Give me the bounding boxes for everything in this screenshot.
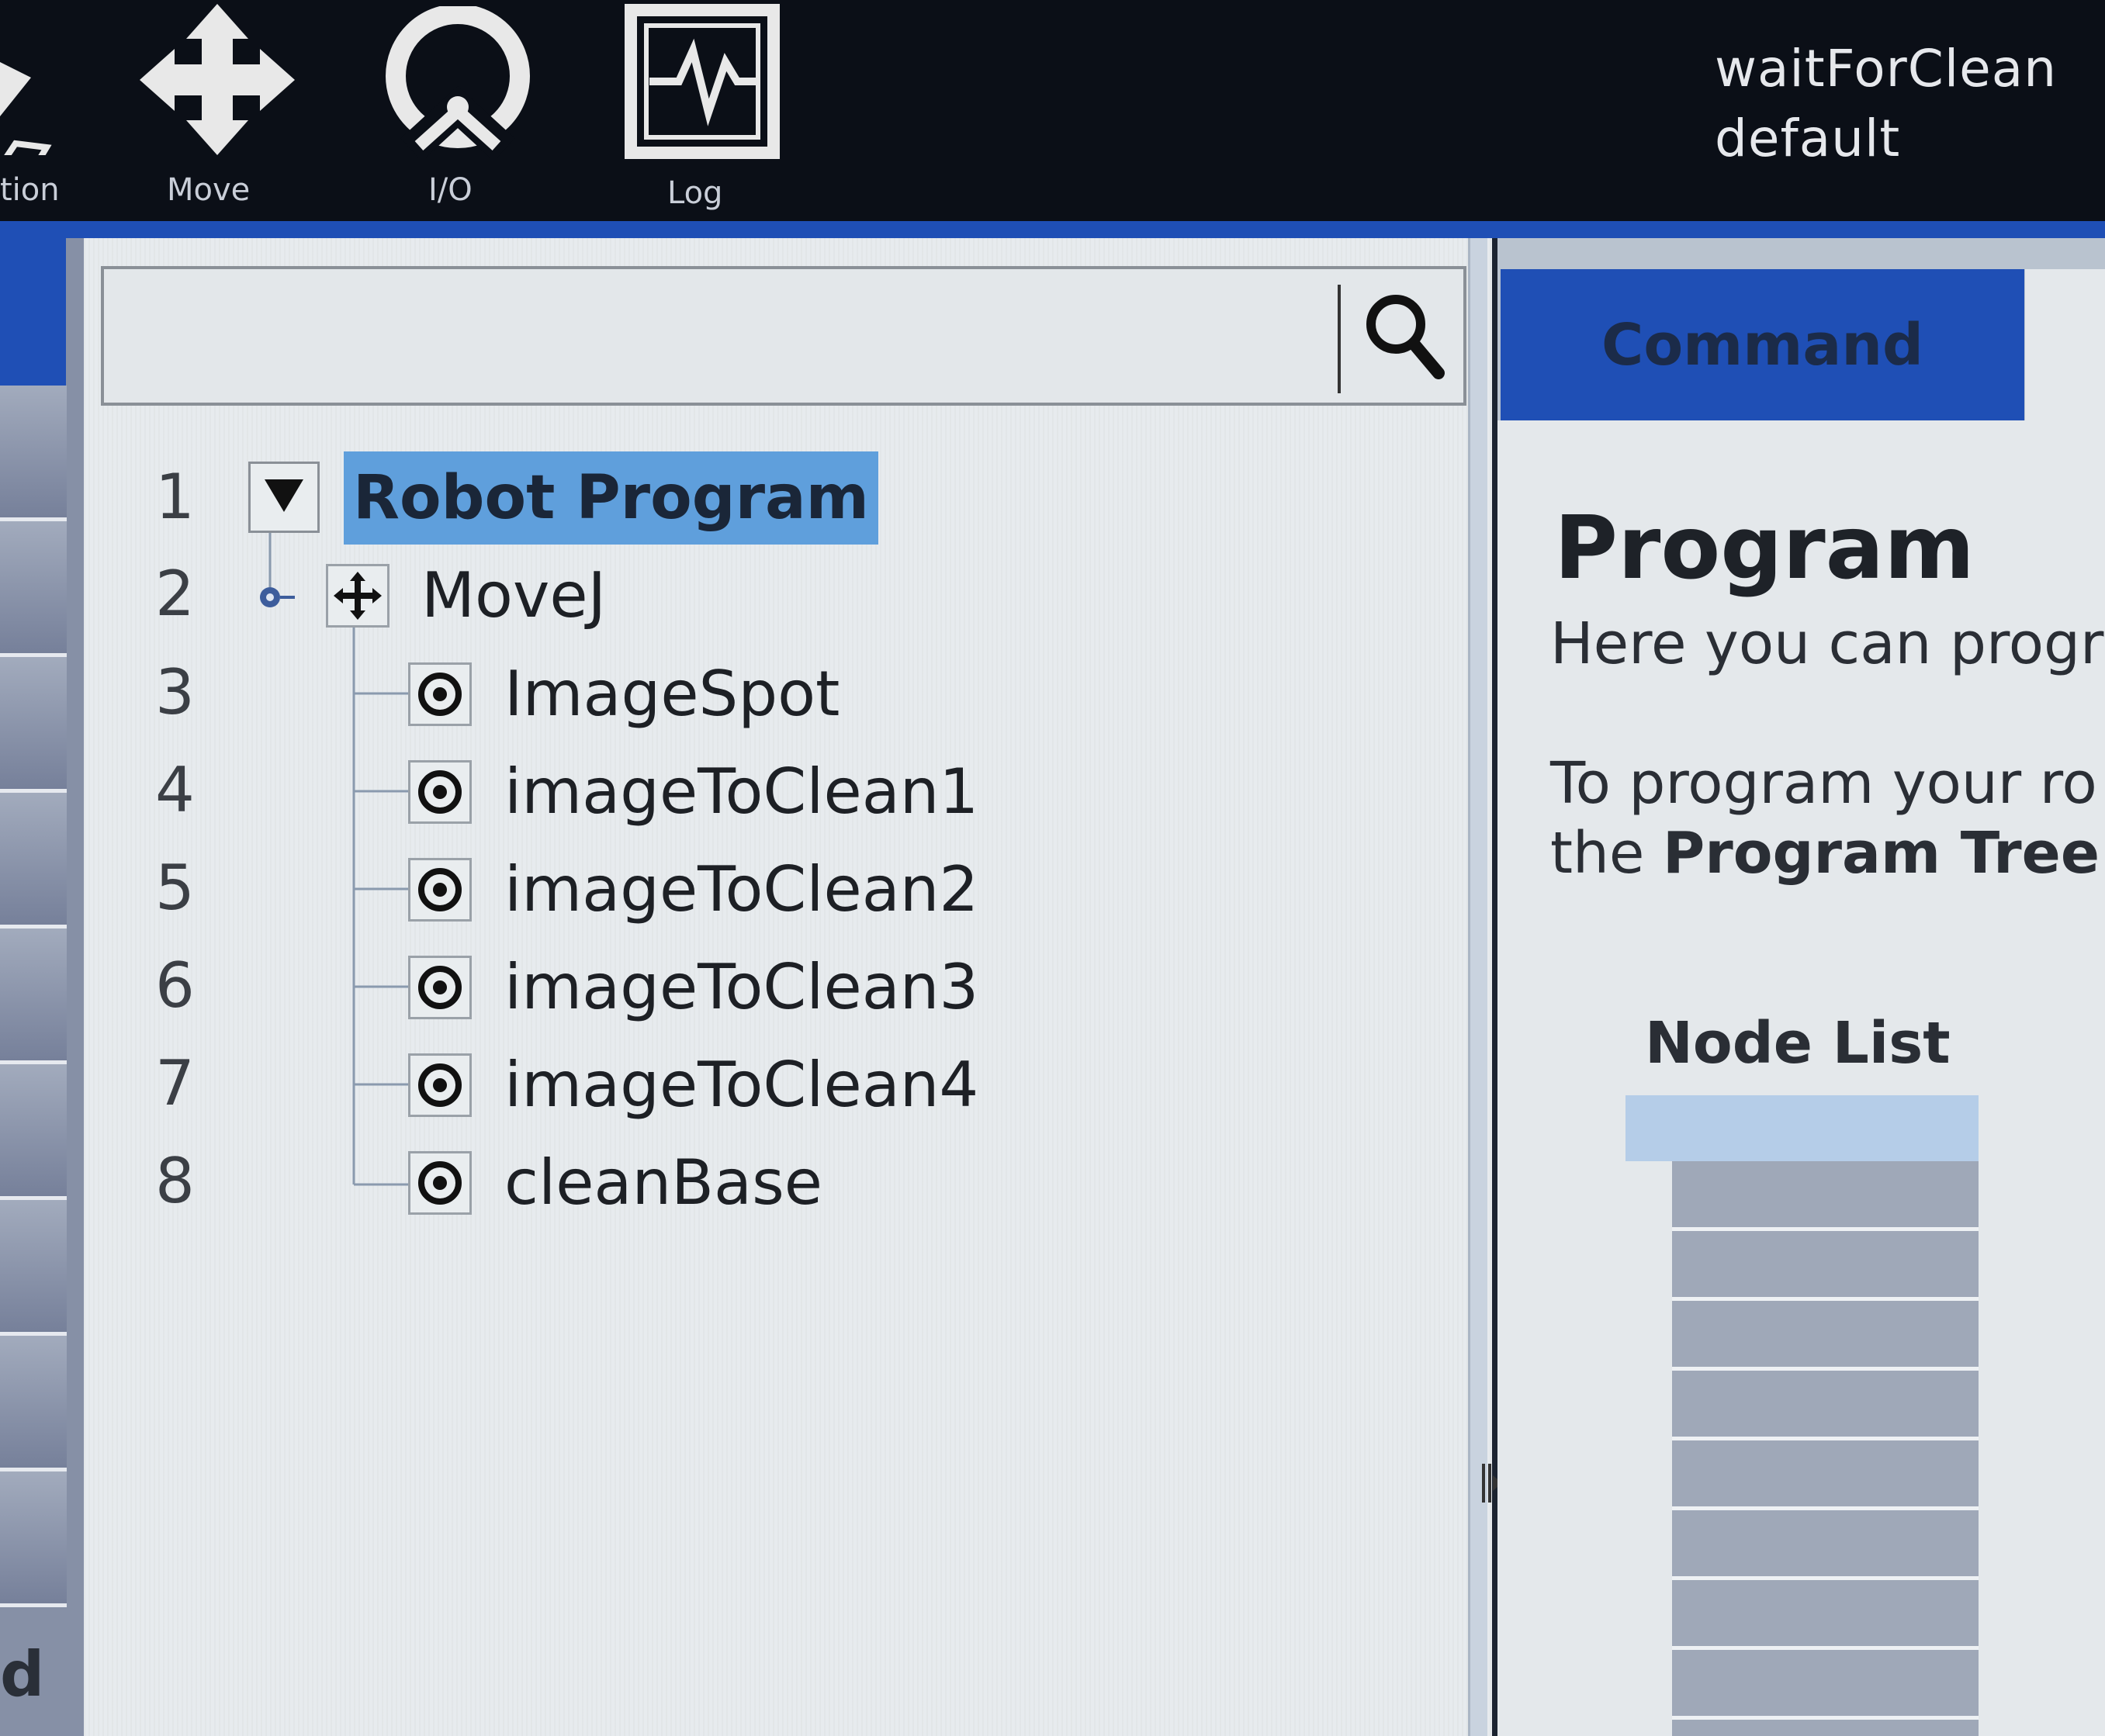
- search-divider: [1338, 285, 1341, 393]
- tab-bar: Command: [1497, 238, 2105, 420]
- sidebar-item[interactable]: [0, 1336, 67, 1471]
- line-number: 4: [155, 754, 195, 826]
- left-sidebar: d: [0, 238, 84, 1736]
- line-number: 5: [155, 852, 195, 924]
- panel-title: Program: [1554, 498, 1975, 599]
- tree-node-label: imageToClean1: [504, 756, 979, 828]
- line-number: 3: [155, 656, 195, 728]
- line-number: 1: [155, 461, 195, 533]
- topbar-divider: [0, 221, 2105, 238]
- waypoint-icon: [408, 662, 472, 726]
- toolbar-log-label: Log: [667, 175, 723, 211]
- collapse-toggle[interactable]: [248, 462, 320, 533]
- panel-instructions-line2: the Program Tree: [1550, 820, 2100, 887]
- installation-icon: [0, 23, 54, 155]
- tree-node-label: cleanBase: [504, 1146, 822, 1219]
- panel-instructions: To program your ro: [1550, 750, 2097, 817]
- tree-node-label: imageToClean4: [504, 1049, 979, 1121]
- tree-node-label: imageToClean3: [504, 951, 979, 1023]
- program-tree-panel: 1 Robot Program 2 MoveJ 3 ImageSpot 4 im…: [84, 238, 1502, 1736]
- line-number: 7: [155, 1047, 195, 1119]
- program-name-status: waitForClean: [1715, 39, 2058, 99]
- tree-node-robot-program[interactable]: Robot Program: [344, 451, 878, 545]
- line-number: 6: [155, 949, 195, 1022]
- installation-status: default: [1715, 109, 1901, 168]
- instructions-prefix: the: [1550, 820, 1663, 887]
- toolbar-io[interactable]: I/O: [372, 0, 535, 225]
- waypoint-icon: [408, 956, 472, 1019]
- toolbar-io-label: I/O: [428, 172, 473, 208]
- panel-splitter[interactable]: [1468, 238, 1487, 1736]
- toolbar-move[interactable]: Move: [132, 0, 303, 225]
- tab-next[interactable]: [2025, 269, 2105, 420]
- move-node-icon: [326, 564, 389, 628]
- log-icon: [625, 4, 780, 159]
- sidebar-item[interactable]: [0, 929, 67, 1064]
- sidebar-item[interactable]: [0, 386, 67, 521]
- line-number: 2: [155, 558, 195, 630]
- sidebar-item[interactable]: [0, 793, 67, 929]
- move-arrows-icon: [140, 4, 295, 155]
- tree-row-waypoint[interactable]: 5 imageToClean2: [84, 842, 1092, 935]
- program-tree-link-text: Program Tree: [1662, 820, 2100, 887]
- toolbar-log[interactable]: Log: [621, 0, 784, 225]
- sidebar-item[interactable]: [0, 1471, 67, 1607]
- io-icon: [380, 6, 535, 157]
- search-button[interactable]: [1353, 283, 1454, 392]
- toolbar-move-label: Move: [167, 172, 251, 208]
- node-list-title: Node List: [1645, 1010, 1951, 1077]
- triangle-down-icon: [265, 479, 303, 515]
- breakpoint-icon: [256, 578, 295, 620]
- tree-row-waypoint[interactable]: 3 ImageSpot: [84, 647, 1092, 740]
- sidebar-item[interactable]: [0, 657, 67, 793]
- sidebar-item[interactable]: [0, 1200, 67, 1336]
- tree-node-label: ImageSpot: [504, 658, 840, 730]
- command-panel: Command Program Here you can progr To pr…: [1497, 238, 2105, 1736]
- sidebar-bottom-label: d: [0, 1638, 45, 1710]
- tab-command[interactable]: Command: [1501, 269, 2024, 420]
- node-list[interactable]: [1672, 1161, 1979, 1736]
- waypoint-icon: [408, 1151, 472, 1215]
- node-list-header: [1625, 1095, 1979, 1161]
- tree-node-label: MoveJ: [421, 559, 607, 631]
- tree-row-waypoint[interactable]: 7 imageToClean4: [84, 1038, 1092, 1131]
- tree-row-waypoint[interactable]: 6 imageToClean3: [84, 940, 1092, 1033]
- tree-row-waypoint[interactable]: 8 cleanBase: [84, 1136, 1092, 1229]
- tree-row-waypoint[interactable]: 4 imageToClean1: [84, 745, 1092, 838]
- top-toolbar: tion Move I/O Log waitForClean default: [0, 0, 2105, 225]
- waypoint-icon: [408, 858, 472, 922]
- tab-command-label: Command: [1601, 311, 1923, 379]
- line-number: 8: [155, 1145, 195, 1217]
- toolbar-installation[interactable]: tion: [0, 0, 70, 225]
- panel-description: Here you can progr: [1550, 610, 2104, 677]
- sidebar-item[interactable]: [0, 521, 67, 657]
- waypoint-icon: [408, 760, 472, 824]
- tree-node-label: imageToClean2: [504, 853, 979, 925]
- search-icon: [1361, 289, 1446, 386]
- toolbar-installation-label: tion: [0, 172, 60, 208]
- waypoint-icon: [408, 1053, 472, 1117]
- sidebar-selected-tab[interactable]: [0, 238, 66, 386]
- tree-node-label: Robot Program: [353, 463, 869, 533]
- sidebar-item[interactable]: [0, 1064, 67, 1200]
- tree-row-movej[interactable]: 2 MoveJ: [84, 548, 1092, 641]
